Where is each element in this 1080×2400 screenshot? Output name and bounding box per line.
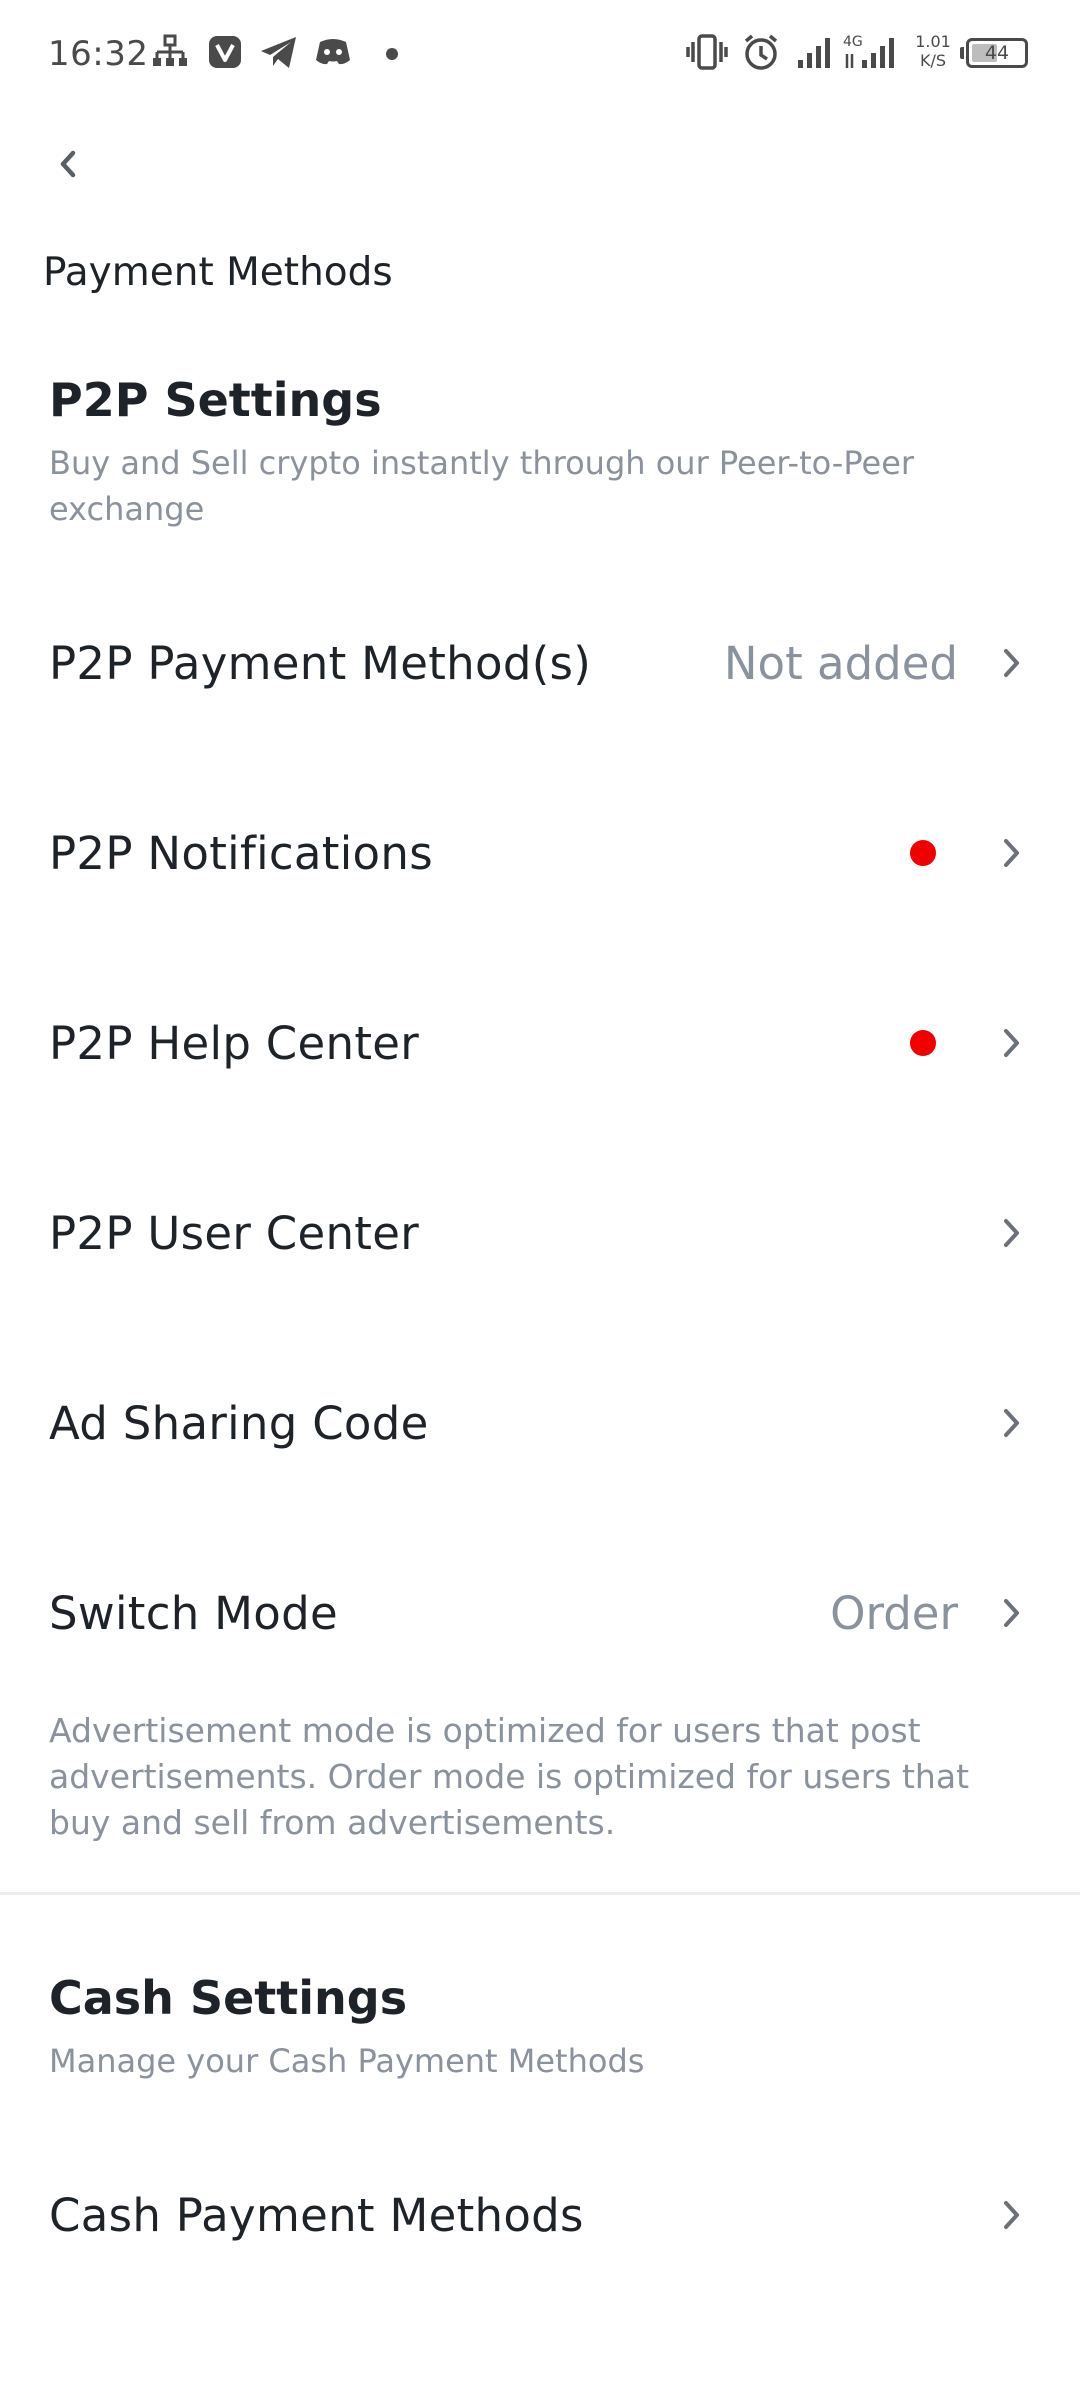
network-speed-value: 1.01	[915, 32, 951, 51]
page-title: Payment Methods	[43, 250, 393, 295]
row-label: Ad Sharing Code	[49, 1396, 429, 1450]
notification-dot	[910, 1030, 936, 1056]
telegram-icon	[261, 37, 296, 68]
row-cash-payment-methods[interactable]: Cash Payment Methods	[0, 2140, 1080, 2290]
chevron-right-icon	[1004, 1029, 1019, 1057]
alarm-icon	[744, 34, 778, 70]
chevron-right-icon	[1004, 1599, 1019, 1627]
back-button[interactable]	[40, 136, 96, 192]
signal-icon	[798, 38, 830, 68]
row-value: Not added	[723, 636, 958, 690]
notification-dot	[910, 840, 936, 866]
row-p2p-user-center[interactable]: P2P User Center	[0, 1158, 1080, 1308]
cash-settings-title: Cash Settings	[49, 1971, 408, 2025]
row-p2p-help-center[interactable]: P2P Help Center	[0, 968, 1080, 1118]
chevron-right-icon	[1004, 1409, 1019, 1437]
network-speed-unit: K/S	[919, 51, 947, 70]
row-ad-sharing-code[interactable]: Ad Sharing Code	[0, 1348, 1080, 1498]
cash-settings-description: Manage your Cash Payment Methods	[49, 2042, 645, 2080]
row-label: Cash Payment Methods	[49, 2188, 584, 2242]
vibrate-icon	[686, 34, 728, 70]
row-label: P2P User Center	[49, 1206, 420, 1260]
battery-cap	[960, 47, 964, 59]
section-divider	[0, 1892, 1080, 1895]
status-time: 16:32	[48, 34, 149, 74]
switch-mode-note: Advertisement mode is optimized for user…	[49, 1711, 970, 1842]
row-switch-mode[interactable]: Switch Mode Order	[0, 1538, 1080, 1688]
battery-icon: 44	[966, 38, 1028, 68]
chevron-right-icon	[1004, 2201, 1019, 2229]
svg-text:4G: 4G	[843, 34, 863, 50]
status-bar: 16:32 4G 1.01 K/S 44	[0, 0, 1080, 108]
sitemap-icon	[153, 34, 187, 66]
chevron-right-icon	[1004, 649, 1019, 677]
p2p-settings-section: P2P Settings Buy and Sell crypto instant…	[49, 372, 1049, 532]
chevron-right-icon	[1004, 1219, 1019, 1247]
battery-percent: 44	[984, 42, 1010, 64]
p2p-settings-title: P2P Settings	[49, 373, 382, 427]
row-p2p-notifications[interactable]: P2P Notifications	[0, 778, 1080, 928]
row-label: Switch Mode	[49, 1586, 338, 1640]
row-label: P2P Payment Method(s)	[49, 636, 592, 690]
chevron-left-icon	[60, 150, 76, 178]
signal-4g-icon: 4G	[843, 34, 894, 68]
cash-settings-section: Cash Settings Manage your Cash Payment M…	[49, 1970, 1049, 2084]
network-speed: 1.01 K/S	[910, 32, 956, 70]
app-shield-icon	[209, 36, 241, 68]
row-label: P2P Help Center	[49, 1016, 420, 1070]
row-label: P2P Notifications	[49, 826, 433, 880]
p2p-settings-description: Buy and Sell crypto instantly through ou…	[49, 444, 915, 528]
dot-icon	[386, 48, 398, 60]
chevron-right-icon	[1004, 839, 1019, 867]
row-p2p-payment-methods[interactable]: P2P Payment Method(s) Not added	[0, 588, 1080, 738]
row-value: Order	[830, 1586, 958, 1640]
discord-icon	[316, 39, 350, 65]
